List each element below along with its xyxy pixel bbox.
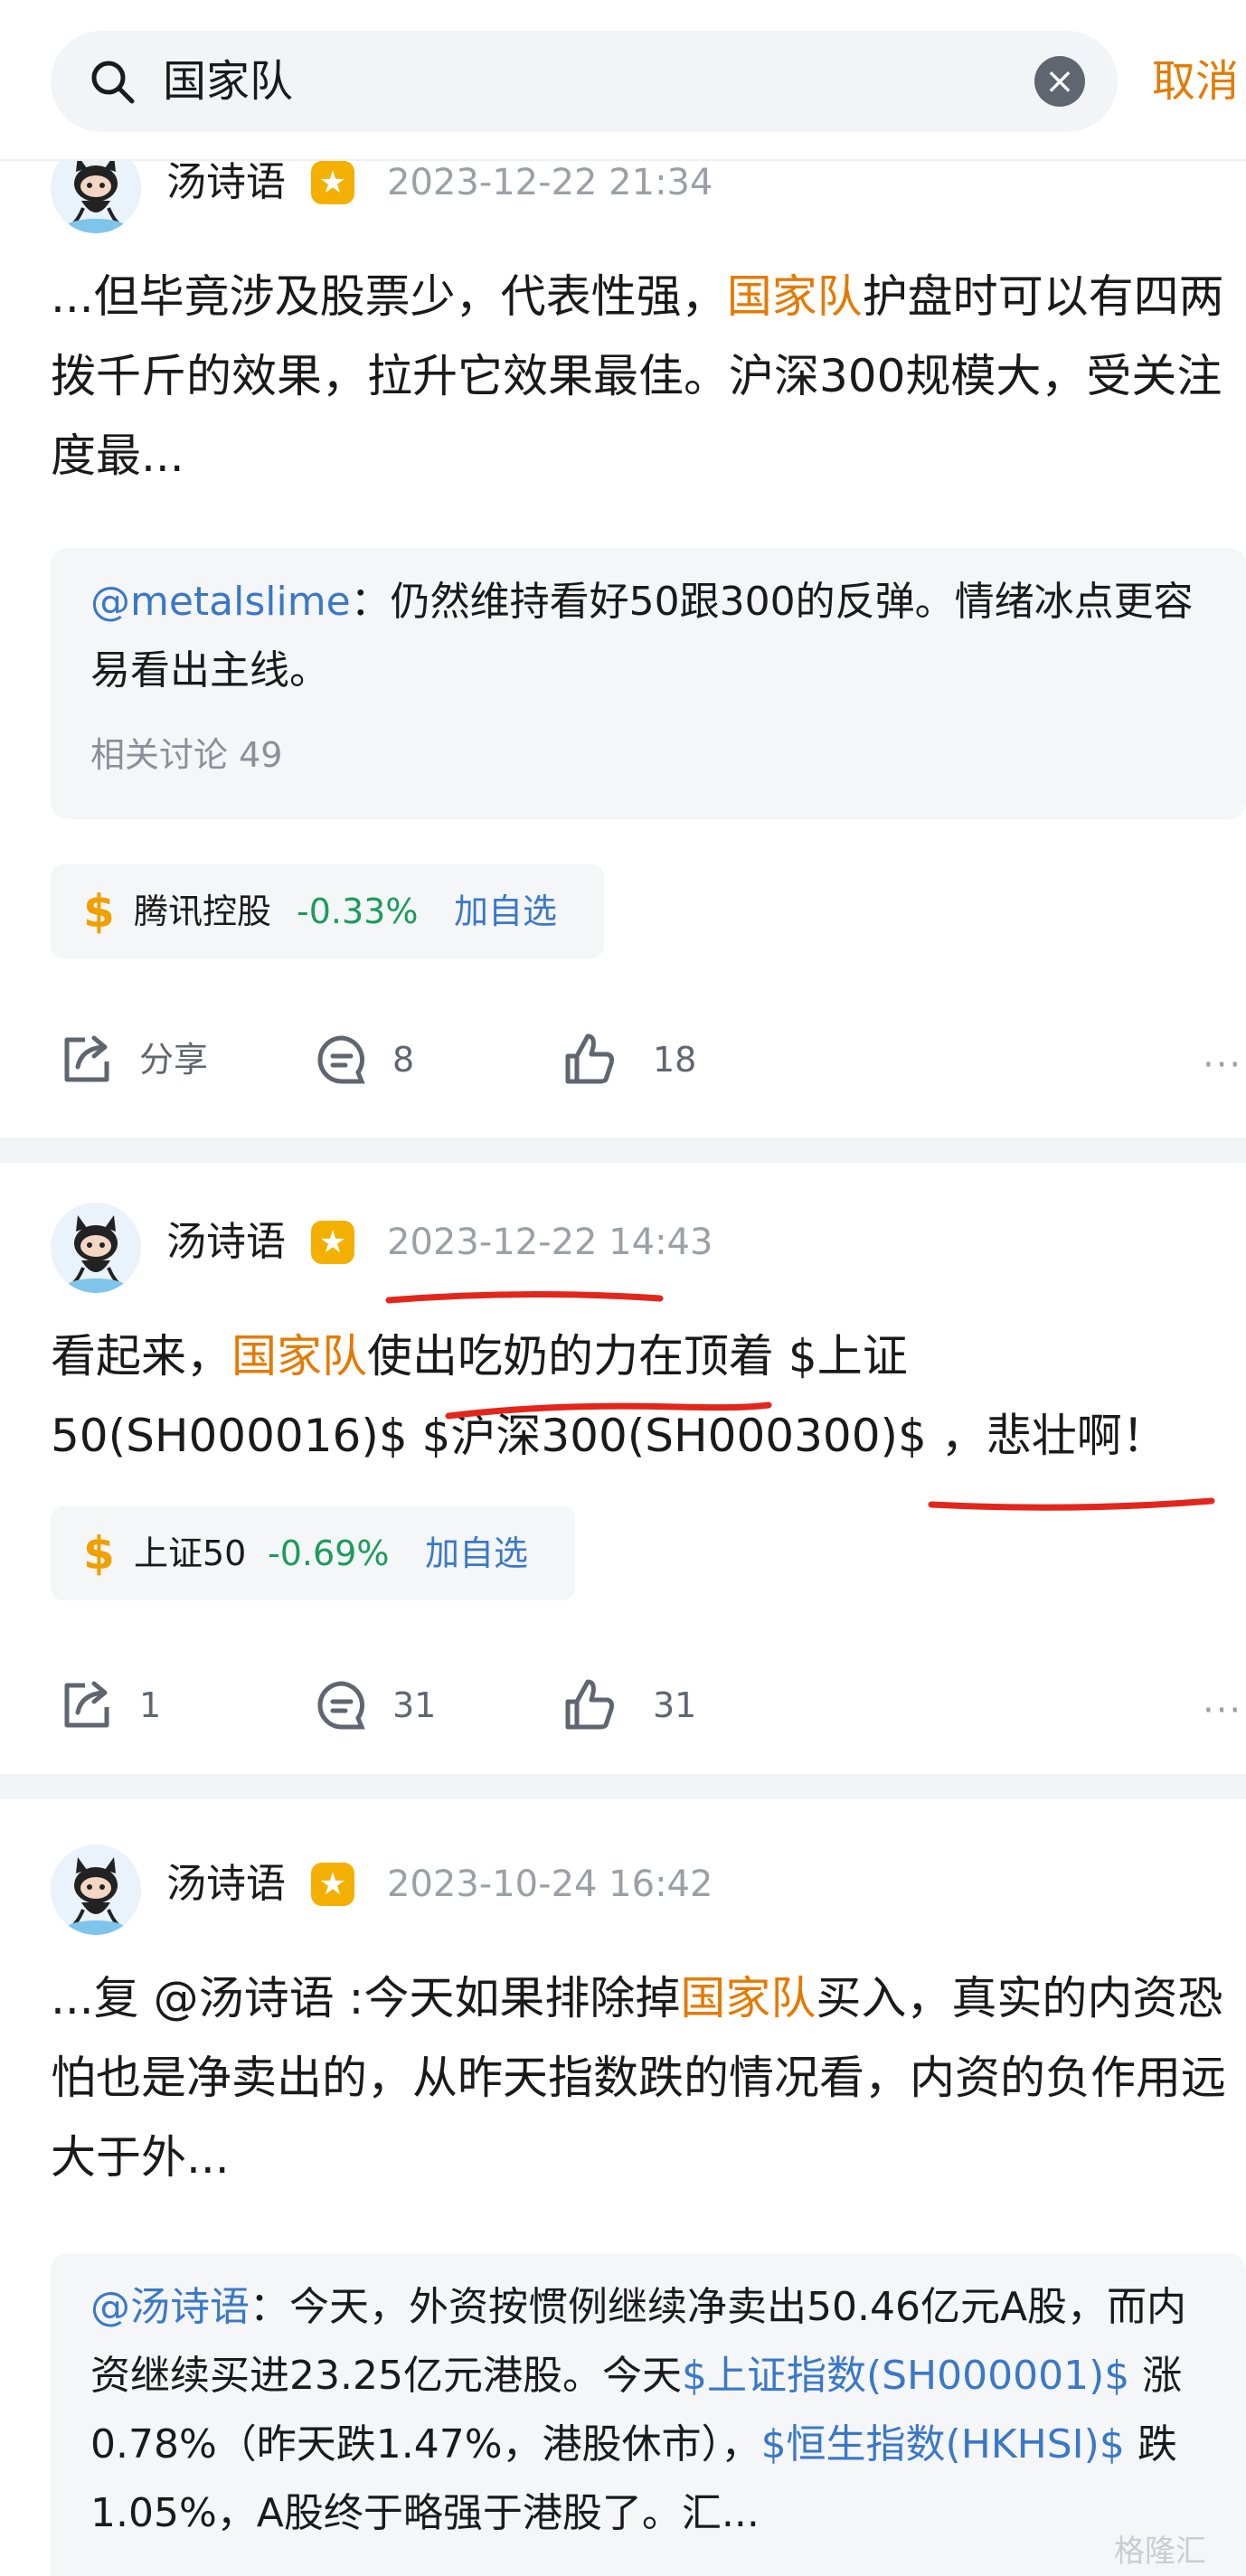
share-icon[interactable] xyxy=(58,1676,116,1734)
more-icon[interactable]: ··· xyxy=(1203,1047,1242,1083)
author-name[interactable]: 汤诗语 xyxy=(166,1215,286,1269)
post-body[interactable]: ...复 @汤诗语 :今天如果排除掉国家队买入，真实的内资恐怕也是净卖出的，从昨… xyxy=(51,1958,1226,2197)
author-name[interactable]: 汤诗语 xyxy=(166,156,286,210)
body-segment: ...但毕竟涉及股票少，代表性强， xyxy=(51,270,727,323)
verified-badge-icon: ★ xyxy=(311,1221,354,1264)
post-time: 2023-12-22 14:43 xyxy=(387,1222,713,1263)
octocat-avatar-icon xyxy=(51,1845,141,1935)
post: 汤诗语 ★ 2023-12-22 14:43 看起来，国家队使出吃奶的力在顶着 … xyxy=(0,1203,1246,1745)
red-annotation-underline xyxy=(445,1401,772,1420)
like-count[interactable]: 18 xyxy=(653,1033,696,1087)
avatar[interactable] xyxy=(51,1845,141,1935)
stock-change: -0.69% xyxy=(268,1533,390,1573)
watermark: 格隆汇 xyxy=(1114,2534,1206,2570)
stock-link[interactable]: $恒生指数(HKHSI)$ xyxy=(761,2421,1125,2467)
post-time: 2023-12-22 21:34 xyxy=(387,162,713,203)
post-divider xyxy=(0,1137,1246,1163)
mention-link[interactable]: @metalslime xyxy=(90,579,351,625)
post-actions: 分享 8 18 ··· xyxy=(0,1024,1246,1096)
keyword-highlight: 国家队 xyxy=(680,1972,817,2024)
like-icon[interactable] xyxy=(561,1031,618,1089)
keyword-highlight: 国家队 xyxy=(726,270,863,323)
post-actions: 1 31 31 ··· xyxy=(0,1669,1246,1741)
search-header: 国家队 × 取消 xyxy=(0,0,1246,161)
stock-name: 上证50 xyxy=(134,1533,247,1573)
stock-link[interactable]: $上证指数(SH000001)$ xyxy=(682,2353,1129,2399)
related-discussions[interactable]: 相关讨论 49 xyxy=(90,731,282,779)
comment-icon[interactable] xyxy=(313,1676,371,1734)
comment-icon[interactable] xyxy=(313,1031,371,1089)
like-icon[interactable] xyxy=(561,1676,618,1734)
stock-chip[interactable]: $ 腾讯控股 -0.33% 加自选 xyxy=(51,864,604,958)
search-query[interactable]: 国家队 xyxy=(163,52,293,110)
clear-icon[interactable]: × xyxy=(1034,56,1085,107)
search-icon xyxy=(91,61,135,104)
quoted-post[interactable]: @metalslime：仍然维持看好50跟300的反弹。情绪冰点更容易看出主线。… xyxy=(51,548,1246,819)
post: 汤诗语 ★ 2023-10-24 16:42 ...复 @汤诗语 :今天如果排除… xyxy=(0,1845,1246,2576)
cancel-button[interactable]: 取消 xyxy=(1152,52,1239,110)
red-annotation-underline xyxy=(385,1290,664,1304)
comment-count[interactable]: 8 xyxy=(392,1033,414,1087)
like-count[interactable]: 31 xyxy=(653,1678,696,1732)
quote-text: @metalslime：仍然维持看好50跟300的反弹。情绪冰点更容易看出主线。 xyxy=(90,568,1212,705)
stock-name: 腾讯控股 xyxy=(134,892,272,931)
octocat-avatar-icon xyxy=(51,1203,141,1293)
keyword-highlight: 国家队 xyxy=(231,1330,367,1382)
post-divider xyxy=(0,1774,1246,1799)
share-count[interactable]: 1 xyxy=(139,1678,161,1732)
avatar[interactable] xyxy=(51,1203,141,1293)
verified-badge-icon: ★ xyxy=(311,161,354,204)
dollar-icon: $ xyxy=(83,1527,115,1580)
body-segment: 看起来， xyxy=(51,1330,231,1382)
author-name[interactable]: 汤诗语 xyxy=(166,1857,286,1911)
verified-badge-icon: ★ xyxy=(311,1863,354,1906)
quoted-post[interactable]: @汤诗语：今天，外资按惯例继续净卖出50.46亿元A股，而内资继续买进23.25… xyxy=(51,2253,1246,2576)
post-time: 2023-10-24 16:42 xyxy=(387,1864,713,1905)
body-segment: ...复 @汤诗语 :今天如果排除掉 xyxy=(51,1972,681,2024)
stock-change: -0.33% xyxy=(297,892,419,931)
stock-chip[interactable]: $ 上证50 -0.69% 加自选 xyxy=(51,1506,575,1600)
share-button[interactable]: 分享 xyxy=(139,1033,208,1087)
quote-text: @汤诗语：今天，外资按惯例继续净卖出50.46亿元A股，而内资继续买进23.25… xyxy=(90,2273,1212,2548)
search-input[interactable]: 国家队 × xyxy=(51,31,1118,132)
share-icon[interactable] xyxy=(58,1031,116,1089)
dollar-icon: $ xyxy=(83,885,115,938)
comment-count[interactable]: 31 xyxy=(392,1678,436,1732)
more-icon[interactable]: ··· xyxy=(1203,1693,1242,1729)
post-body[interactable]: ...但毕竟涉及股票少，代表性强，国家队护盘时可以有四两拨千斤的效果，拉升它效果… xyxy=(51,257,1226,495)
mention-link[interactable]: @汤诗语 xyxy=(90,2284,250,2330)
red-annotation-underline xyxy=(928,1497,1215,1511)
post: 汤诗语 ★ 2023-12-22 21:34 ...但毕竟涉及股票少，代表性强，… xyxy=(0,136,1246,1130)
add-watchlist-button[interactable]: 加自选 xyxy=(454,888,557,935)
add-watchlist-button[interactable]: 加自选 xyxy=(425,1530,528,1577)
